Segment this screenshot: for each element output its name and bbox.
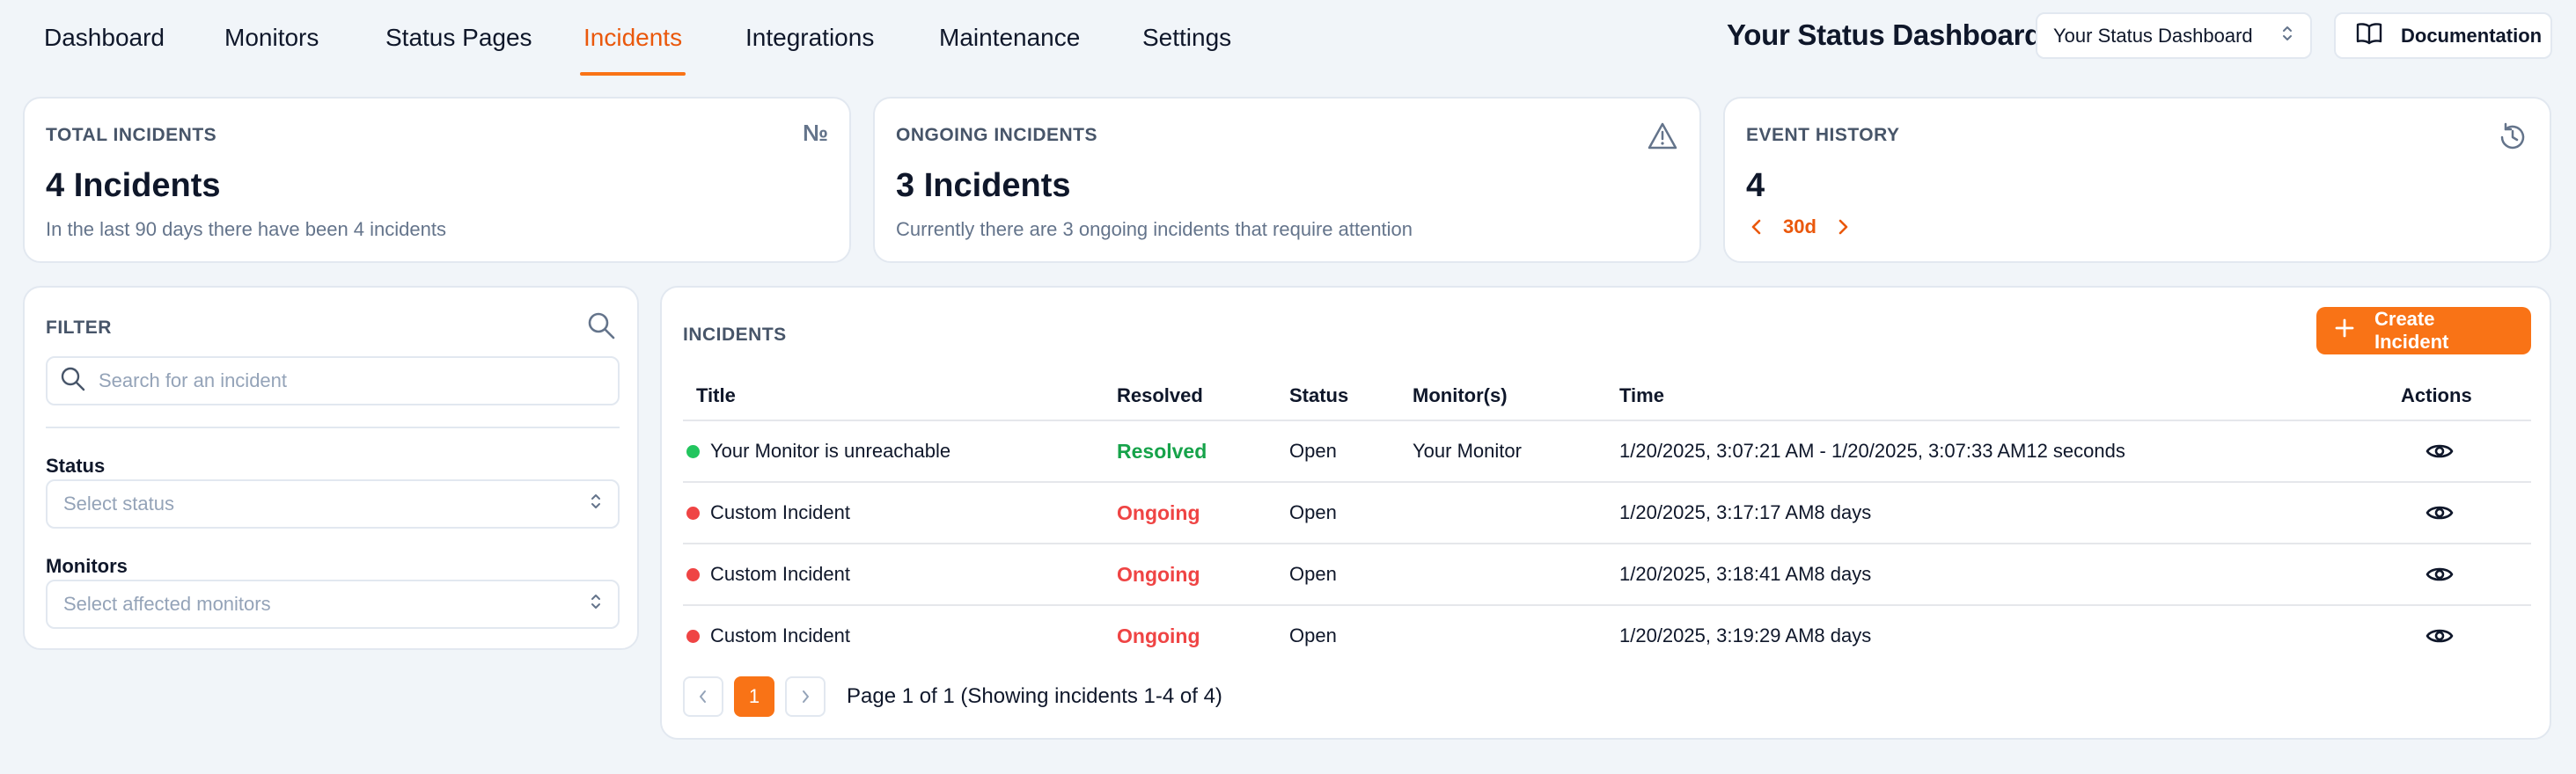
documentation-label: Documentation [2401, 24, 2543, 47]
page-button[interactable]: 1 [734, 676, 774, 717]
incidents-panel: INCIDENTS Create Incident Title Resolved… [660, 286, 2551, 740]
status-dot [686, 629, 700, 643]
incidents-title: INCIDENTS [683, 325, 787, 345]
chevron-left-icon [700, 690, 706, 703]
card-label: ONGOING INCIDENTS [896, 125, 1098, 145]
incident-title: Custom Incident [710, 563, 850, 585]
event-history-value: 4 [1746, 167, 1765, 204]
tab-status-pages[interactable]: Status Pages [385, 0, 532, 76]
ongoing-badge: Ongoing [1117, 500, 1200, 524]
tab-maintenance[interactable]: Maintenance [939, 0, 1080, 76]
org-select[interactable]: Your Status Dashboard [2036, 12, 2312, 59]
search-icon [586, 310, 616, 345]
status-dot [686, 506, 700, 520]
time-text: 1/20/2025, 3:18:41 AM8 days [1619, 563, 1872, 585]
time-text: 1/20/2025, 3:19:29 AM8 days [1619, 624, 1872, 646]
chevron-left-icon[interactable] [1743, 213, 1771, 241]
incident-title-cell: Custom Incident [686, 606, 850, 666]
tab-settings[interactable]: Settings [1142, 0, 1231, 76]
search-input[interactable] [99, 369, 605, 392]
ongoing-incidents-value: 3 Incidents [896, 167, 1071, 204]
documentation-button[interactable]: Documentation [2334, 12, 2552, 59]
status-text: Open [1289, 624, 1337, 646]
total-incidents-value: 4 Incidents [46, 167, 221, 204]
plus-icon [2334, 318, 2355, 344]
status-text: Open [1289, 440, 1337, 462]
view-eye-icon[interactable] [2426, 606, 2454, 666]
column-header-time: Time [1619, 384, 1664, 406]
view-eye-icon[interactable] [2426, 483, 2454, 543]
time-text: 1/20/2025, 3:07:21 AM - 1/20/2025, 3:07:… [1619, 440, 2125, 462]
chevron-up-down-icon [2280, 24, 2294, 48]
create-incident-button[interactable]: Create Incident [2316, 307, 2531, 354]
incident-title: Custom Incident [710, 624, 850, 646]
incident-title: Your Monitor is unreachable [710, 440, 951, 462]
event-history-card: EVENT HISTORY 4 30d [1723, 97, 2551, 263]
numero-icon: № [803, 120, 828, 146]
tab-incidents[interactable]: Incidents [579, 0, 686, 76]
table-row[interactable]: Custom Incident Ongoing Open 1/20/2025, … [683, 606, 2531, 666]
incident-title-cell: Custom Incident [686, 483, 850, 543]
chevron-up-down-icon [590, 592, 602, 617]
ongoing-incidents-card: ONGOING INCIDENTS 3 Incidents Currently … [873, 97, 1701, 263]
monitors-label: Monitors [46, 555, 128, 577]
tab-monitors[interactable]: Monitors [224, 0, 319, 76]
divider [46, 427, 620, 428]
history-range-label: 30d [1783, 215, 1816, 237]
table-row[interactable]: Your Monitor is unreachable Resolved Ope… [683, 421, 2531, 481]
chevron-right-icon [803, 690, 809, 703]
incident-title: Custom Incident [710, 501, 850, 523]
status-text: Open [1289, 563, 1337, 585]
tab-integrations[interactable]: Integrations [745, 0, 874, 76]
search-field [46, 356, 620, 405]
total-incidents-card: TOTAL INCIDENTS № 4 Incidents In the las… [23, 97, 851, 263]
column-header-resolved: Resolved [1117, 384, 1203, 406]
prev-page-button[interactable] [683, 676, 723, 717]
status-dot [686, 567, 700, 581]
status-select[interactable]: Select status [46, 479, 620, 529]
ongoing-badge: Ongoing [1117, 624, 1200, 647]
column-header-status: Status [1289, 384, 1349, 406]
monitors-select-placeholder: Select affected monitors [63, 593, 271, 615]
view-eye-icon[interactable] [2426, 544, 2454, 604]
view-eye-icon[interactable] [2426, 421, 2454, 481]
status-text: Open [1289, 501, 1337, 523]
brand-title: Your Status Dashboard [1727, 18, 2042, 51]
ongoing-badge: Ongoing [1117, 562, 1200, 586]
ongoing-incidents-description: Currently there are 3 ongoing incidents … [896, 218, 1413, 240]
status-select-placeholder: Select status [63, 493, 174, 515]
create-incident-label: Create Incident [2374, 308, 2449, 353]
book-icon [2355, 21, 2383, 51]
column-header-monitors: Monitor(s) [1413, 384, 1508, 406]
column-header-title: Title [696, 384, 736, 406]
incident-title-cell: Custom Incident [686, 544, 850, 604]
pagination: 1 Page 1 of 1 (Showing incidents 1-4 of … [683, 676, 1222, 717]
history-range-nav: 30d [1743, 213, 1857, 241]
org-select-value: Your Status Dashboard [2053, 24, 2253, 47]
total-incidents-description: In the last 90 days there have been 4 in… [46, 218, 446, 240]
pagination-info: Page 1 of 1 (Showing incidents 1-4 of 4) [847, 684, 1222, 708]
filter-title: FILTER [46, 318, 112, 338]
card-label: EVENT HISTORY [1746, 125, 1900, 145]
top-navigation: Dashboard Monitors Status Pages Incident… [0, 0, 2576, 76]
status-dot [686, 444, 700, 458]
search-icon [60, 366, 86, 397]
chevron-up-down-icon [590, 492, 602, 516]
table-row[interactable]: Custom Incident Ongoing Open 1/20/2025, … [683, 483, 2531, 543]
resolved-badge: Resolved [1117, 439, 1207, 463]
warning-triangle-icon [1647, 121, 1678, 156]
chevron-right-icon[interactable] [1829, 213, 1857, 241]
tab-dashboard[interactable]: Dashboard [44, 0, 165, 76]
card-label: TOTAL INCIDENTS [46, 125, 217, 145]
filter-panel: FILTER Status Select status Monitors Sel… [23, 286, 639, 650]
table-row[interactable]: Custom Incident Ongoing Open 1/20/2025, … [683, 544, 2531, 604]
monitors-text: Your Monitor [1413, 440, 1522, 462]
time-text: 1/20/2025, 3:17:17 AM8 days [1619, 501, 1872, 523]
column-header-actions: Actions [2401, 384, 2472, 406]
monitors-select[interactable]: Select affected monitors [46, 580, 620, 629]
incident-title-cell: Your Monitor is unreachable [686, 421, 950, 481]
next-page-button[interactable] [785, 676, 826, 717]
history-icon [2497, 121, 2528, 157]
status-label: Status [46, 455, 106, 477]
